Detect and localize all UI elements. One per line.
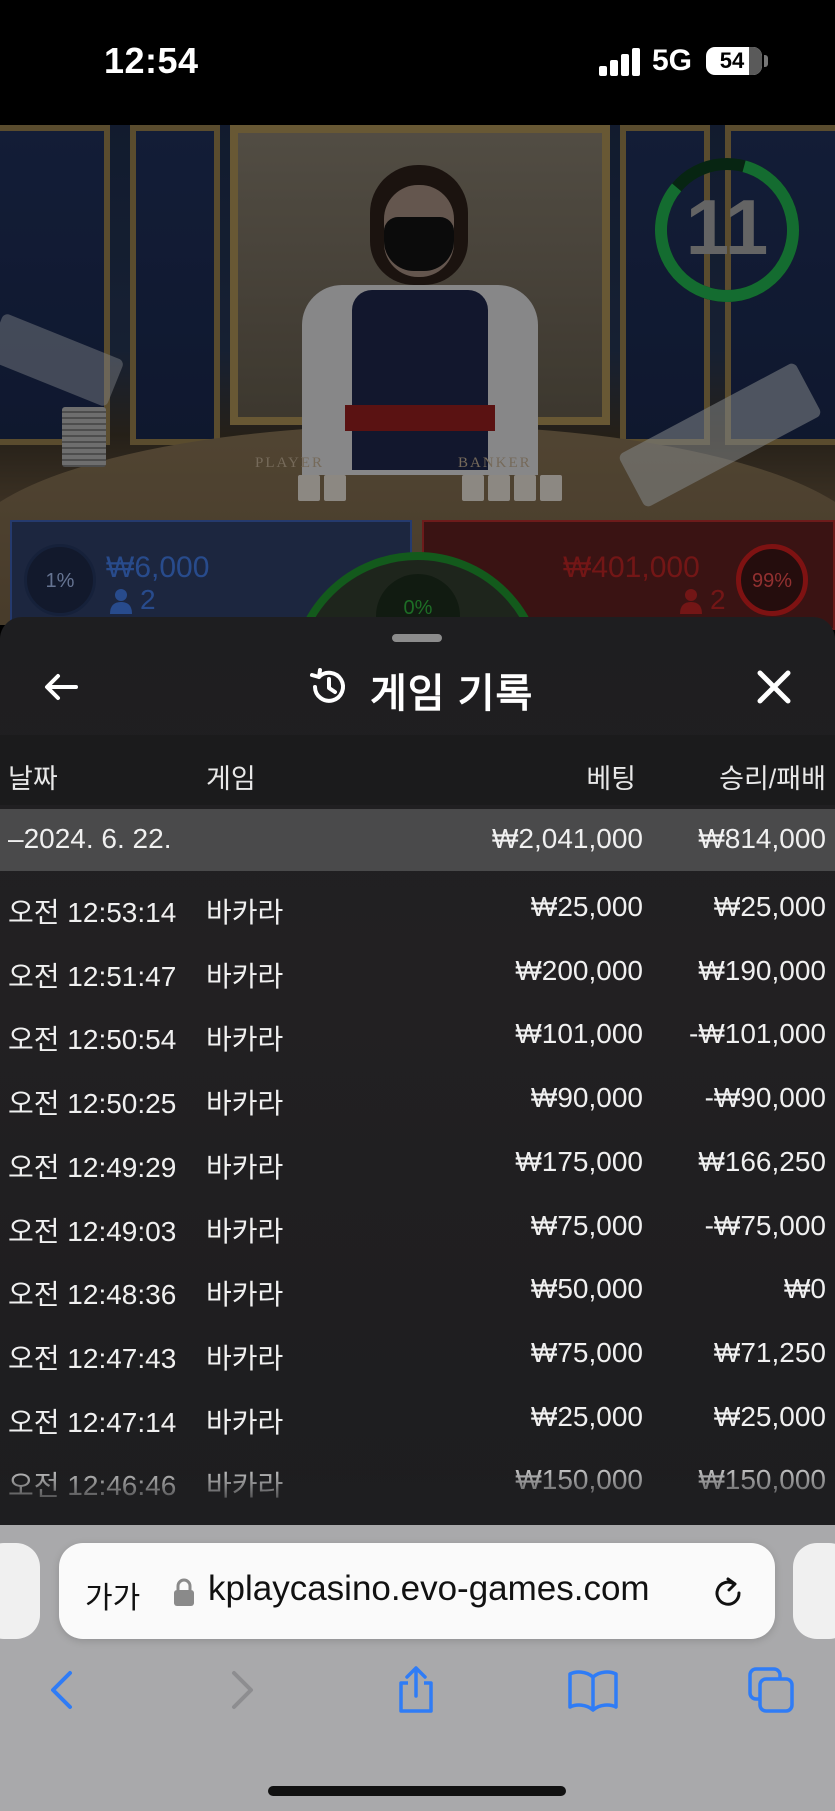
next-tab-pill[interactable] <box>793 1543 835 1639</box>
history-row[interactable]: 오전 12:47:43 바카라 ₩75,000 ₩71,250 <box>0 1327 835 1391</box>
row-time: 오전 12:50:25 <box>8 1088 177 1120</box>
reload-icon[interactable] <box>708 1573 748 1613</box>
row-bet: ₩90,000 <box>530 1082 643 1114</box>
history-row[interactable]: 오전 12:48:36 바카라 ₩50,000 ₩0 <box>0 1263 835 1327</box>
text-size-button[interactable]: 가가 <box>85 1573 140 1617</box>
row-bet: ₩75,000 <box>530 1336 643 1368</box>
row-time: 오전 12:53:14 <box>8 897 177 928</box>
row-game: 바카라 <box>206 1279 284 1311</box>
history-row[interactable]: 오전 12:50:54 바카라 ₩101,000 -₩101,000 <box>0 1008 835 1072</box>
lock-icon <box>174 1578 194 1606</box>
row-result: -₩90,000 <box>704 1082 826 1114</box>
history-icon <box>310 668 345 703</box>
row-bet: ₩25,000 <box>530 1400 643 1432</box>
dim-overlay <box>0 125 835 630</box>
row-bet: ₩75,000 <box>530 1209 643 1241</box>
tabs-icon[interactable] <box>746 1665 796 1715</box>
row-result: ₩190,000 <box>698 954 826 986</box>
cellular-signal-icon <box>599 48 641 76</box>
row-game: 바카라 <box>206 1024 284 1056</box>
list-fade <box>0 1457 835 1525</box>
date-group-win-total: ₩814,000 <box>698 823 826 854</box>
column-date: 날짜 <box>8 764 58 794</box>
network-type: 5G <box>652 44 693 77</box>
row-result: -₩101,000 <box>689 1018 826 1050</box>
history-row[interactable]: 오전 12:51:47 바카라 ₩200,000 ₩190,000 <box>0 945 835 1009</box>
date-group-label: –2024. 6. 22. <box>8 823 172 854</box>
table-header <box>0 735 835 805</box>
back-arrow-icon[interactable] <box>40 665 84 709</box>
history-row[interactable]: 오전 12:47:14 바카라 ₩25,000 ₩25,000 <box>0 1391 835 1455</box>
forward-icon[interactable] <box>216 1665 266 1715</box>
row-time: 오전 12:48:36 <box>8 1279 177 1311</box>
bookmarks-icon[interactable] <box>568 1665 618 1715</box>
row-bet: ₩175,000 <box>515 1145 643 1177</box>
close-icon[interactable] <box>752 665 796 709</box>
status-bar: 12:54 5G 54 <box>0 0 835 125</box>
row-result: ₩0 <box>784 1273 826 1305</box>
column-win-loss: 승리/패배 <box>719 764 826 794</box>
row-game: 바카라 <box>206 897 284 928</box>
row-bet: ₩25,000 <box>530 891 643 922</box>
history-row[interactable]: 오전 12:53:14 바카라 ₩25,000 ₩25,000 <box>0 881 835 945</box>
previous-tab-pill[interactable] <box>0 1543 40 1639</box>
row-time: 오전 12:50:54 <box>8 1024 177 1056</box>
row-result: -₩75,000 <box>704 1209 826 1241</box>
date-group-bet-total: ₩2,041,000 <box>492 823 643 854</box>
row-result: ₩166,250 <box>698 1145 826 1177</box>
row-time: 오전 12:47:14 <box>8 1406 177 1438</box>
status-time: 12:54 <box>104 40 199 81</box>
url-text[interactable]: kplaycasino.evo-games.com <box>208 1569 650 1609</box>
history-row[interactable]: 오전 12:50:25 바카라 ₩90,000 -₩90,000 <box>0 1072 835 1136</box>
row-result: ₩71,250 <box>713 1336 826 1368</box>
row-result: ₩25,000 <box>713 891 826 922</box>
row-game: 바카라 <box>206 960 284 992</box>
sheet-title: 게임 기록 <box>370 672 534 716</box>
row-result: ₩25,000 <box>713 1400 826 1432</box>
row-time: 오전 12:49:29 <box>8 1151 177 1183</box>
row-game: 바카라 <box>206 1342 284 1374</box>
history-row[interactable]: 오전 12:49:29 바카라 ₩175,000 ₩166,250 <box>0 1136 835 1200</box>
row-time: 오전 12:51:47 <box>8 960 177 992</box>
sheet-grabber[interactable] <box>392 634 442 642</box>
battery-tip <box>764 55 768 67</box>
history-row[interactable]: 오전 12:49:03 바카라 ₩75,000 -₩75,000 <box>0 1200 835 1264</box>
row-bet: ₩200,000 <box>515 954 643 986</box>
row-game: 바카라 <box>206 1406 284 1438</box>
row-game: 바카라 <box>206 1151 284 1183</box>
date-group-row[interactable]: –2024. 6. 22. ₩2,041,000 ₩814,000 <box>0 809 835 871</box>
battery-icon: 54 <box>706 47 762 75</box>
browser-toolbar: 가가 kplaycasino.evo-games.com <box>0 1525 835 1811</box>
game-history-sheet: 게임 기록 날짜 게임 베팅 승리/패배 –2024. 6. 22. ₩2,04… <box>0 617 835 1525</box>
back-icon[interactable] <box>38 1665 88 1715</box>
column-game: 게임 <box>206 764 256 794</box>
row-bet: ₩50,000 <box>530 1273 643 1305</box>
row-bet: ₩101,000 <box>515 1018 643 1050</box>
home-indicator <box>268 1786 566 1796</box>
row-time: 오전 12:47:43 <box>8 1342 177 1374</box>
column-bet: 베팅 <box>586 764 636 794</box>
battery-level: 54 <box>719 48 745 73</box>
row-game: 바카라 <box>206 1215 284 1247</box>
row-game: 바카라 <box>206 1088 284 1120</box>
share-icon[interactable] <box>391 1665 441 1715</box>
row-time: 오전 12:49:03 <box>8 1215 177 1247</box>
